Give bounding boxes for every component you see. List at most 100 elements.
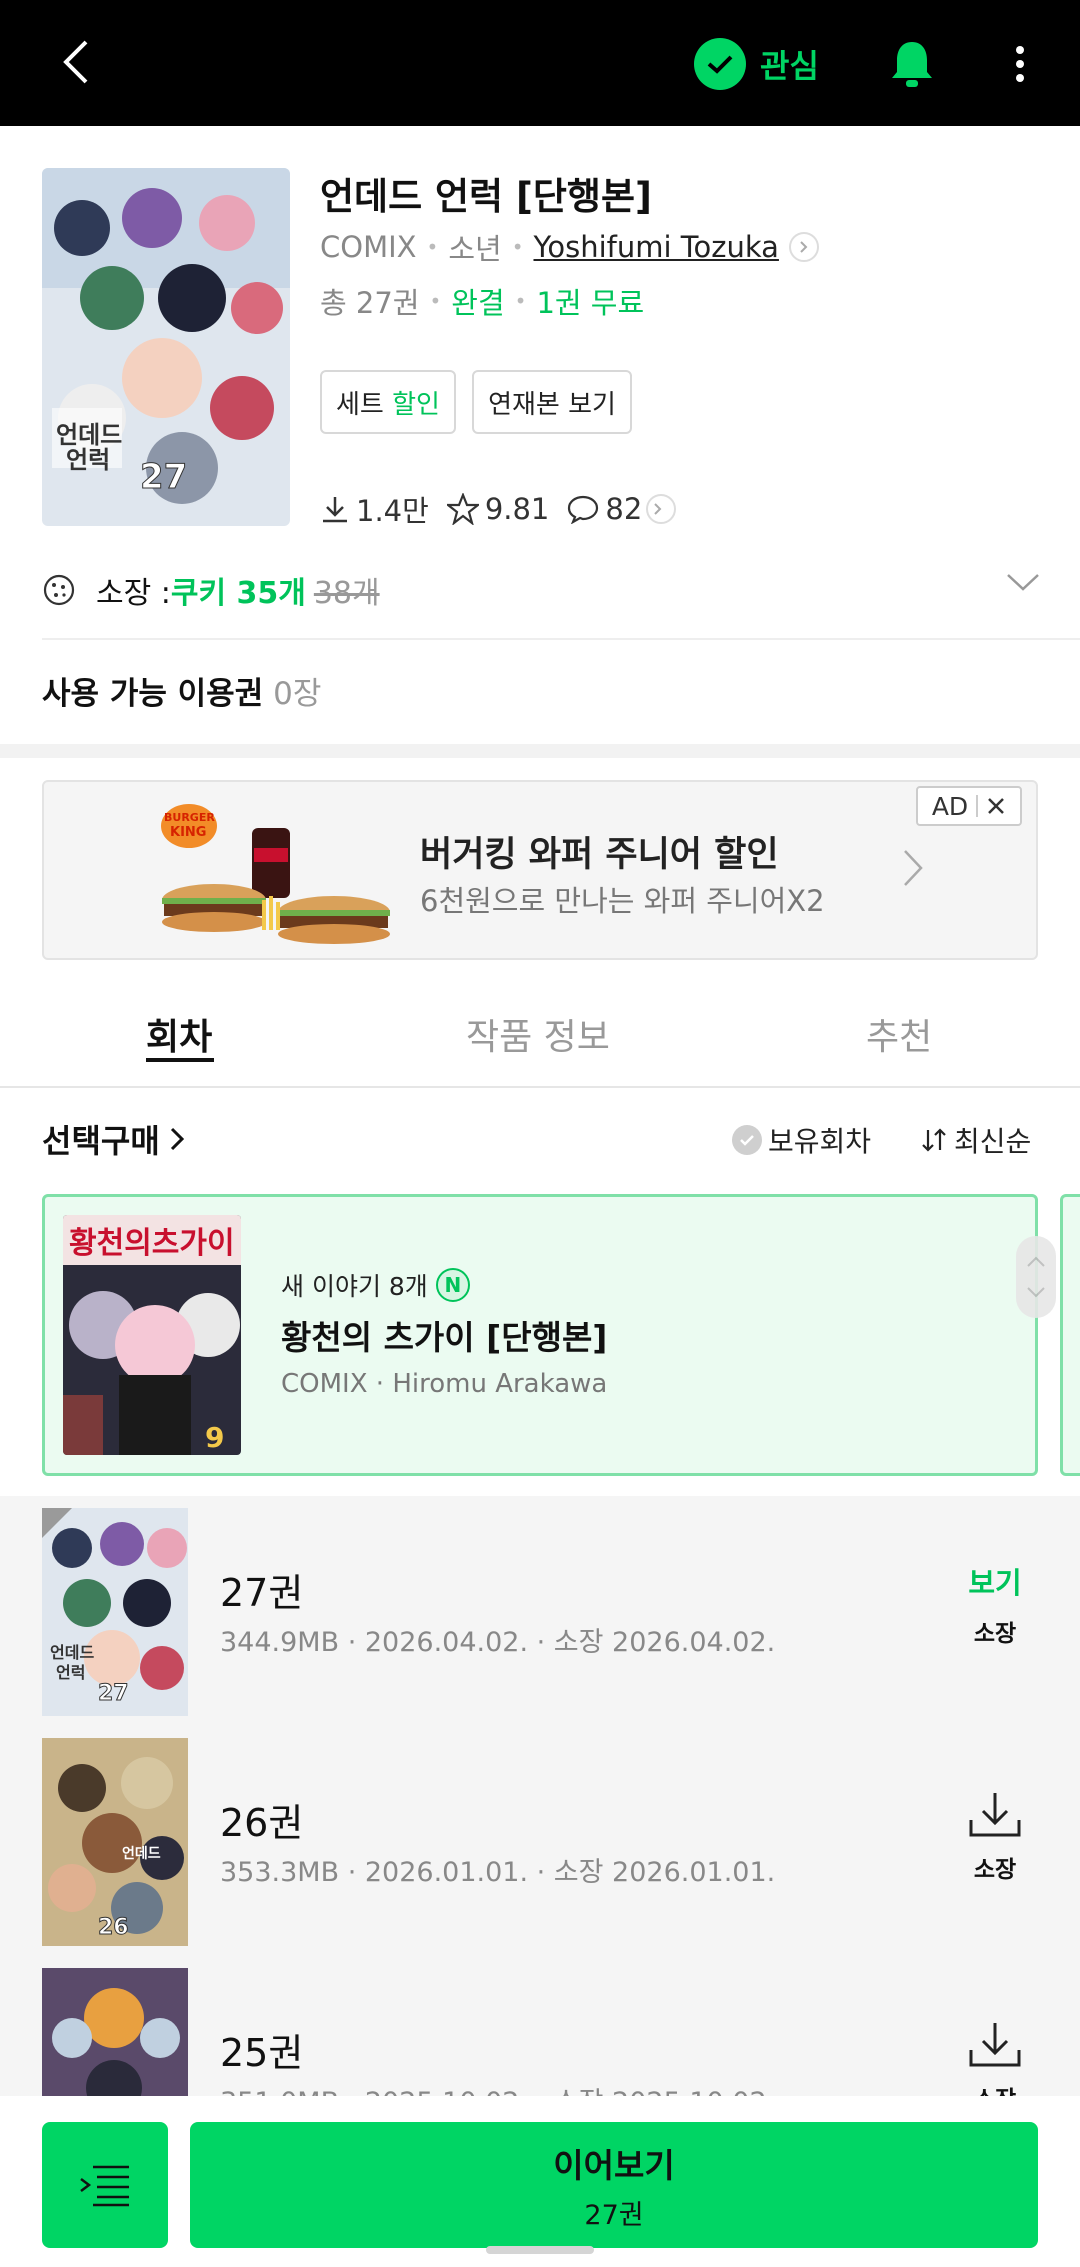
view-label: 보기	[968, 1566, 1022, 1600]
chevron-down-icon	[1007, 574, 1039, 591]
volume-row[interactable]: 언데드 26 26권 353.3MB · 2026.01.01. · 소장 20…	[0, 1726, 1080, 1956]
back-button[interactable]	[44, 30, 108, 94]
volume-title: 27권	[220, 1571, 304, 1615]
volume-list: 언데드 언럭 27 27권 344.9MB · 2026.04.02. · 소장…	[0, 1496, 1080, 2096]
chevron-right-icon	[646, 494, 677, 524]
close-icon	[988, 798, 1005, 814]
ad-subtitle: 6천원으로 만나는 와퍼 주니어X2	[420, 884, 825, 918]
home-indicator[interactable]	[486, 2246, 594, 2254]
recommendation-cover-image: 황천의츠가이 9	[63, 1215, 241, 1455]
comment-count[interactable]: 82	[567, 492, 677, 526]
volume-row[interactable]: 언데드 언럭 27 27권 344.9MB · 2026.04.02. · 소장…	[0, 1496, 1080, 1726]
bell-icon	[892, 42, 932, 87]
rating: 9.81	[446, 492, 549, 526]
select-purchase-button[interactable]: 선택구매	[42, 1116, 186, 1162]
genre: 소년	[448, 232, 502, 266]
continue-volume: 27권	[584, 2199, 644, 2231]
ad-label: AD	[931, 791, 969, 821]
section-divider	[0, 744, 1080, 758]
book-status-line: 총 27권 • 완결 • 1권 무료	[320, 280, 644, 322]
continue-reading-button[interactable]: 이어보기 27권	[190, 2122, 1038, 2248]
expand-button[interactable]	[1006, 572, 1040, 596]
completion-status: 완결	[451, 286, 505, 320]
favorite-button[interactable]: 관심	[694, 36, 819, 92]
new-badge: N	[435, 1268, 470, 1302]
available-pass-row: 사용 가능 이용권 0장	[42, 676, 322, 712]
download-icon	[969, 1793, 1021, 1837]
cookie-icon	[43, 574, 75, 606]
carousel-scroll-handle[interactable]	[1016, 1236, 1056, 1318]
svg-text:언럭: 언럭	[56, 1663, 85, 1682]
volume-meta: 344.9MB · 2026.04.02. · 소장 2026.04.02.	[220, 1627, 776, 1658]
new-stories-label: 새 이야기 8개 N	[281, 1267, 470, 1303]
publisher: COMIX	[320, 230, 417, 264]
owned-label: 소장	[973, 1857, 1017, 1883]
svg-text:황천의츠가이: 황천의츠가이	[69, 1226, 235, 1261]
svg-text:KING: KING	[170, 825, 206, 840]
book-cover-image: 언데드 언럭 27	[42, 168, 290, 526]
svg-text:27: 27	[140, 457, 187, 497]
svg-text:9: 9	[205, 1421, 224, 1454]
check-icon	[732, 1125, 762, 1155]
chevron-right-icon	[902, 848, 924, 892]
star-icon	[446, 493, 479, 525]
ad-title: 버거킹 와퍼 주니어 할인	[420, 835, 779, 875]
content-tabs: 회차 작품 정보 추천	[0, 980, 1080, 1088]
recommendation-title: 황천의 츠가이 [단행본]	[281, 1318, 608, 1357]
volume-thumbnail: 언데드 26	[42, 1738, 188, 1946]
chevron-right-icon	[170, 1127, 184, 1151]
burger-king-ad-image: BURGER KING	[161, 804, 390, 944]
owned-label: 소장	[973, 1621, 1017, 1647]
svg-text:언데드: 언데드	[122, 1845, 161, 1862]
back-icon	[63, 40, 88, 84]
sort-button[interactable]: 최신순	[920, 1120, 1031, 1160]
ad-banner[interactable]: BURGER KING 버거킹 와퍼 주니어 할인 6천원으로 만나는 와퍼 주…	[42, 780, 1038, 960]
chevron-right-icon[interactable]	[788, 232, 819, 262]
top-app-bar: 관심	[0, 0, 1080, 126]
book-meta-line: COMIX • 소년 • Yoshifumi Tozuka	[320, 226, 819, 268]
tab-work-info[interactable]: 작품 정보	[466, 980, 610, 1088]
download-volume-button[interactable]: 소장	[940, 1790, 1050, 1884]
download-icon	[969, 2023, 1021, 2067]
more-vertical-icon	[1016, 46, 1024, 82]
continue-label: 이어보기	[553, 2145, 675, 2185]
divider	[42, 638, 1080, 640]
notification-button[interactable]	[884, 36, 940, 92]
view-volume-button[interactable]: 보기 소장	[940, 1560, 1050, 1648]
check-icon	[694, 38, 746, 90]
more-options-button[interactable]	[1000, 36, 1040, 92]
download-volume-button[interactable]: 소장	[940, 2020, 1050, 2096]
serial-view-button[interactable]: 연재본 보기	[472, 370, 632, 434]
tab-episodes[interactable]: 회차	[146, 980, 212, 1088]
volume-title: 25권	[220, 2031, 304, 2075]
volume-meta: 351.0MB · 2025.10.02. · 소장 2025.10.02.	[220, 2080, 775, 2096]
book-title: 언데드 언럭 [단행본]	[320, 175, 652, 218]
recommendation-meta: COMIX · Hiromu Arakawa	[281, 1369, 608, 1399]
svg-text:언데드: 언데드	[50, 1643, 94, 1662]
volume-title: 26권	[220, 1801, 304, 1845]
free-info: 1권 무료	[536, 286, 645, 320]
active-tab-indicator	[146, 1058, 214, 1062]
download-count: 1.4만	[320, 488, 429, 530]
ownership-price-row[interactable]: 소장 : 쿠키 35개 38개	[42, 560, 1038, 620]
svg-text:언럭: 언럭	[66, 446, 110, 474]
total-volumes: 총 27권	[320, 286, 420, 320]
tab-recommend[interactable]: 추천	[866, 980, 932, 1088]
owned-episodes-filter[interactable]: 보유회차	[732, 1120, 871, 1160]
download-icon	[323, 497, 347, 523]
next-recommendation-card[interactable]	[1060, 1194, 1080, 1476]
svg-text:27: 27	[98, 1681, 129, 1706]
sort-icon	[922, 1128, 946, 1152]
list-icon	[80, 2165, 129, 2207]
recommendation-card[interactable]: 황천의츠가이 9 새 이야기 8개 N 황천의 츠가이 [단행본] COMIX …	[42, 1194, 1038, 1476]
episode-list-button[interactable]	[42, 2122, 168, 2248]
author-link[interactable]: Yoshifumi Tozuka	[533, 230, 778, 264]
set-discount-button[interactable]: 세트 할인	[320, 370, 456, 434]
favorite-label: 관심	[760, 47, 819, 85]
owned-label: 소장	[940, 2080, 1050, 2096]
volume-row[interactable]: 25권 351.0MB · 2025.10.02. · 소장 2025.10.0…	[0, 1956, 1080, 2096]
svg-text:26: 26	[98, 1915, 129, 1940]
svg-text:언데드: 언데드	[56, 421, 122, 449]
ad-close-button[interactable]: AD	[916, 786, 1022, 826]
volume-thumbnail	[42, 1968, 188, 2096]
